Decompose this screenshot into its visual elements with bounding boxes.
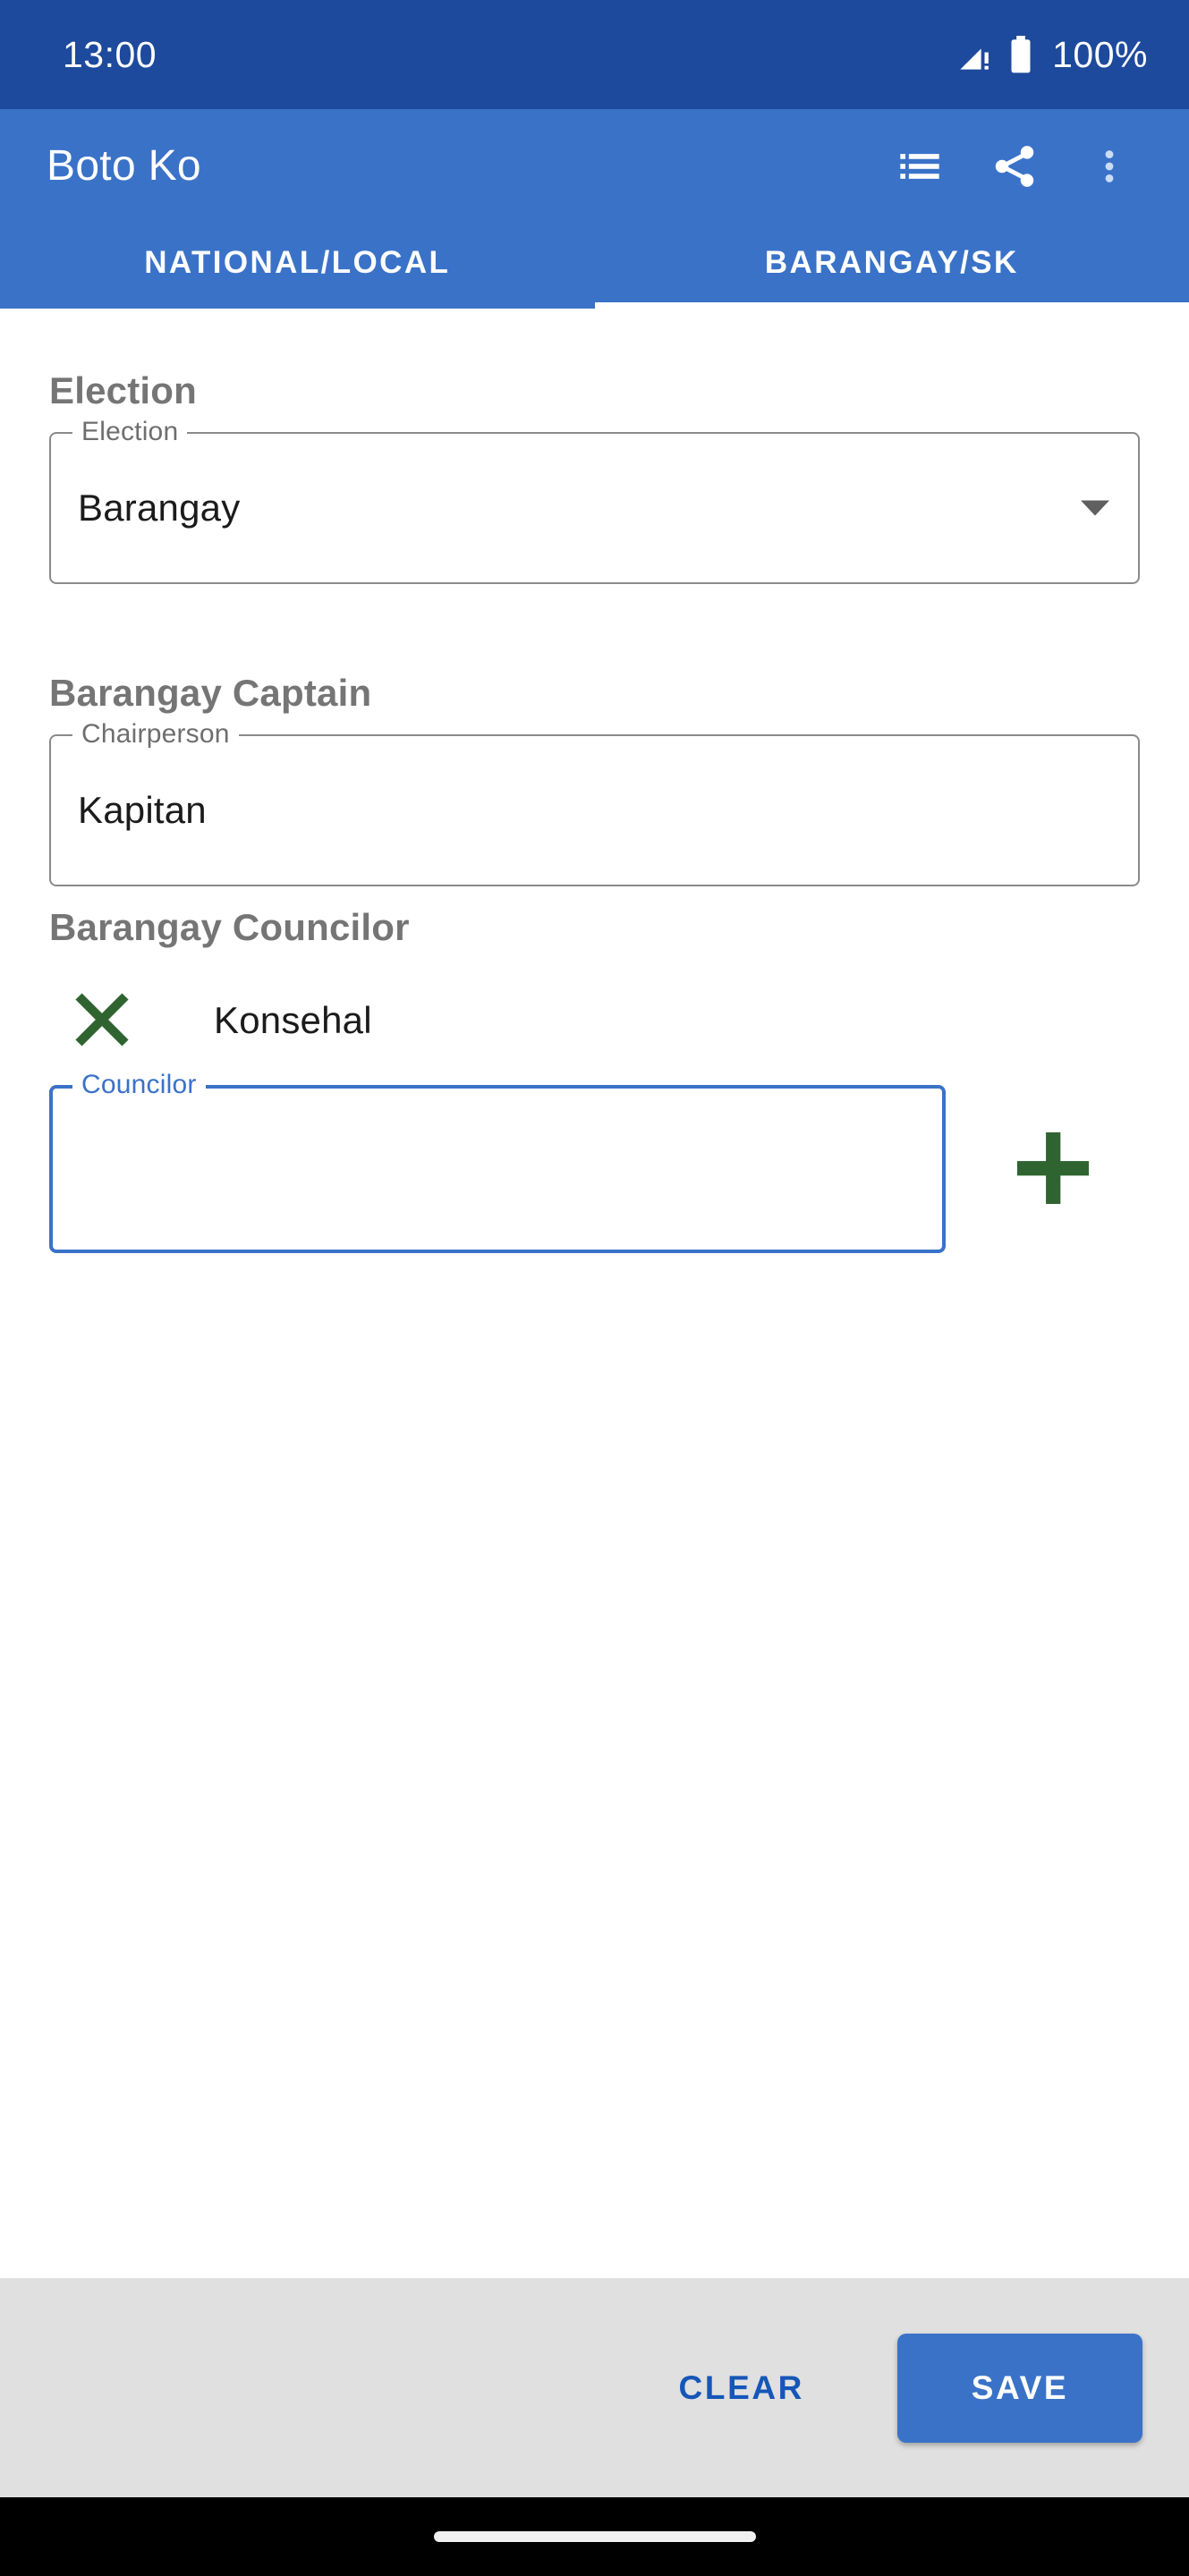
- section-title-election: Election: [49, 369, 197, 411]
- battery-full-icon: [1004, 36, 1038, 73]
- status-bar: 13:00 100%: [0, 0, 1189, 109]
- chairperson-field-label: Chairperson: [72, 719, 239, 750]
- councilor-field-wrapper: Councilor: [49, 1070, 946, 1253]
- bottom-action-bar: CLEAR SAVE: [0, 2278, 1189, 2497]
- tab-bar: NATIONAL/LOCAL BARANGAY/SK: [0, 223, 1189, 309]
- list-button[interactable]: [872, 119, 967, 214]
- plus-icon: [1008, 1123, 1098, 1216]
- battery-percent: 100%: [1052, 33, 1148, 75]
- app-bar: Boto Ko: [0, 109, 1189, 223]
- councilor-add-row: Councilor: [49, 1070, 1140, 1253]
- tab-barangay-sk[interactable]: BARANGAY/SK: [595, 223, 1189, 309]
- form-content: Election Barangay Election Barangay Capt…: [0, 309, 1189, 2278]
- save-button[interactable]: SAVE: [897, 2333, 1142, 2443]
- chairperson-field-wrapper: Kapitan Chairperson: [49, 719, 1140, 886]
- election-field-wrapper: Barangay Election: [49, 417, 1140, 584]
- councilor-list-item: Konsehal: [49, 978, 1140, 1063]
- chevron-down-icon[interactable]: [1081, 500, 1109, 516]
- councilor-name: Konsehal: [214, 999, 372, 1041]
- app-bar-actions: [872, 119, 1157, 214]
- system-navigation-bar: [0, 2497, 1189, 2576]
- tab-indicator: [594, 302, 1189, 309]
- councilor-input[interactable]: [49, 1085, 946, 1253]
- home-indicator[interactable]: [433, 2531, 756, 2542]
- remove-councilor-button[interactable]: [62, 980, 142, 1061]
- election-field-label: Election: [72, 417, 188, 447]
- election-value: Barangay: [78, 487, 241, 529]
- signal-cellular-alert-icon: [957, 37, 993, 72]
- overflow-menu-button[interactable]: [1062, 119, 1157, 214]
- status-clock: 13:00: [63, 33, 157, 75]
- list-icon: [896, 143, 943, 190]
- election-dropdown[interactable]: Barangay: [49, 432, 1140, 584]
- close-x-icon: [67, 985, 137, 1057]
- clear-button[interactable]: CLEAR: [647, 2344, 837, 2432]
- overflow-menu-icon: [1089, 146, 1130, 187]
- app-title: Boto Ko: [47, 141, 201, 190]
- councilor-field-label: Councilor: [72, 1070, 206, 1100]
- chairperson-input[interactable]: Kapitan: [49, 734, 1140, 886]
- status-indicators: 100%: [957, 36, 1148, 73]
- share-icon: [989, 141, 1040, 191]
- tab-national-local[interactable]: NATIONAL/LOCAL: [0, 223, 595, 309]
- app-root: 13:00 100% Boto Ko NATIONAL/LOCAL BARANG…: [0, 0, 1189, 2576]
- section-title-barangay-councilor: Barangay Councilor: [49, 906, 410, 948]
- share-button[interactable]: [967, 119, 1062, 214]
- chairperson-value: Kapitan: [78, 789, 207, 831]
- add-councilor-button[interactable]: [995, 1111, 1111, 1227]
- section-title-barangay-captain: Barangay Captain: [49, 672, 372, 714]
